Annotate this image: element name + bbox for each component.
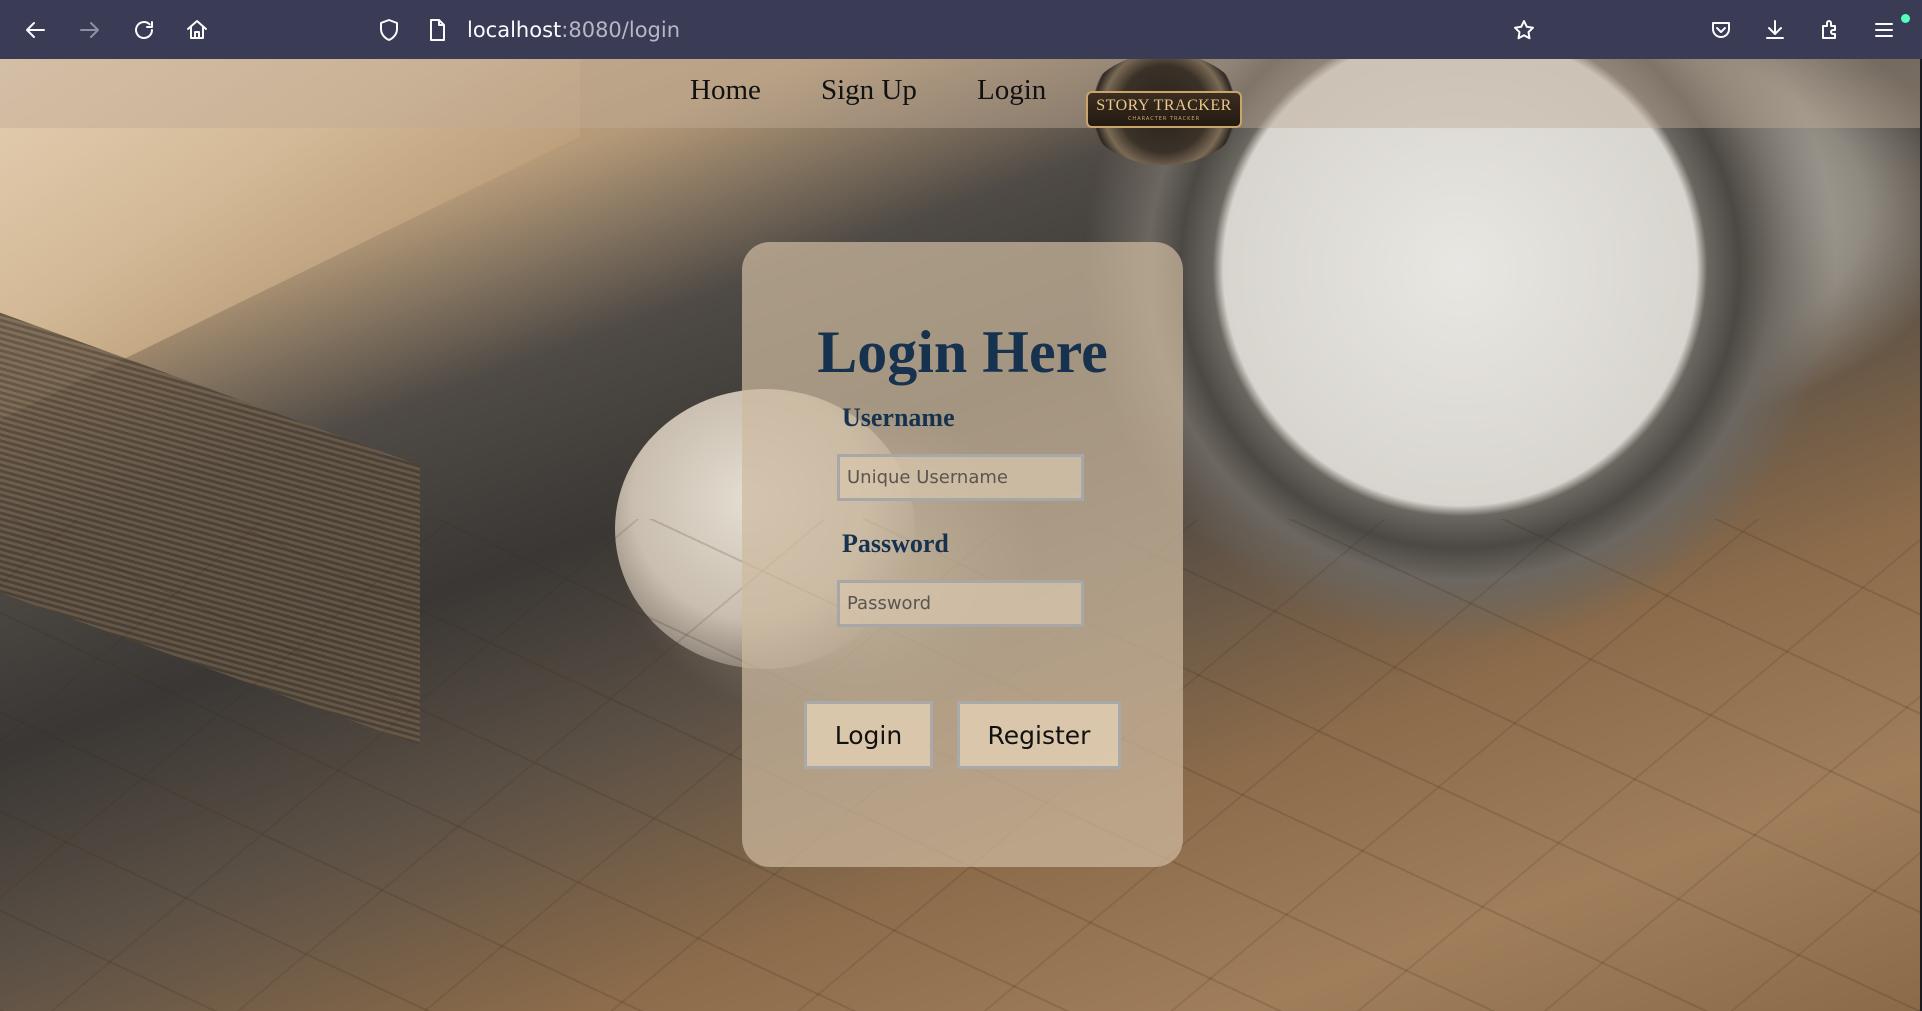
bookmark-star-icon — [1514, 20, 1534, 40]
home-button[interactable] — [179, 12, 215, 48]
login-card: Login Here Username Password Login Regis… — [742, 242, 1183, 867]
register-button[interactable]: Register — [957, 701, 1121, 769]
username-input[interactable] — [837, 454, 1084, 501]
extensions-button[interactable] — [1812, 12, 1848, 48]
forward-button[interactable] — [71, 12, 107, 48]
login-button[interactable]: Login — [804, 701, 933, 769]
nav-signup-link[interactable]: Sign Up — [821, 72, 917, 108]
menu-icon — [1875, 23, 1893, 37]
login-title: Login Here — [817, 319, 1108, 385]
password-input[interactable] — [837, 580, 1084, 627]
bookmark-button[interactable] — [1506, 12, 1542, 48]
back-button[interactable] — [18, 12, 54, 48]
download-icon — [1766, 20, 1784, 39]
app-menu-button[interactable] — [1866, 12, 1902, 48]
browser-toolbar: localhost:8080/login — [0, 0, 1922, 59]
address-bar[interactable]: localhost:8080/login — [375, 10, 1540, 50]
page-viewport: Home Sign Up Login STORY TRACKER CHARACT… — [0, 59, 1920, 1011]
site-navbar: Home Sign Up Login STORY TRACKER CHARACT… — [0, 59, 1920, 165]
password-label: Password — [842, 529, 949, 558]
reload-icon — [135, 21, 153, 39]
logo-text: STORY TRACKER — [1096, 96, 1232, 114]
page-icon[interactable] — [425, 18, 449, 42]
logo-plate: STORY TRACKER CHARACTER TRACKER — [1086, 90, 1242, 128]
forward-arrow-icon — [80, 22, 99, 38]
pocket-icon — [1712, 22, 1730, 38]
reload-button[interactable] — [126, 12, 162, 48]
nav-home-link[interactable]: Home — [690, 72, 761, 108]
url-host: localhost — [467, 18, 562, 42]
pocket-button[interactable] — [1703, 12, 1739, 48]
home-icon — [187, 20, 207, 39]
url-path: :8080/login — [561, 18, 681, 42]
downloads-button[interactable] — [1757, 12, 1793, 48]
shield-icon[interactable] — [377, 18, 401, 42]
url-text[interactable]: localhost:8080/login — [467, 18, 680, 42]
extensions-icon — [1822, 20, 1836, 39]
logo-subtext: CHARACTER TRACKER — [1127, 115, 1201, 122]
username-label: Username — [842, 403, 955, 432]
nav-login-link[interactable]: Login — [977, 72, 1046, 108]
back-arrow-icon — [26, 22, 45, 38]
update-badge — [1901, 14, 1910, 23]
